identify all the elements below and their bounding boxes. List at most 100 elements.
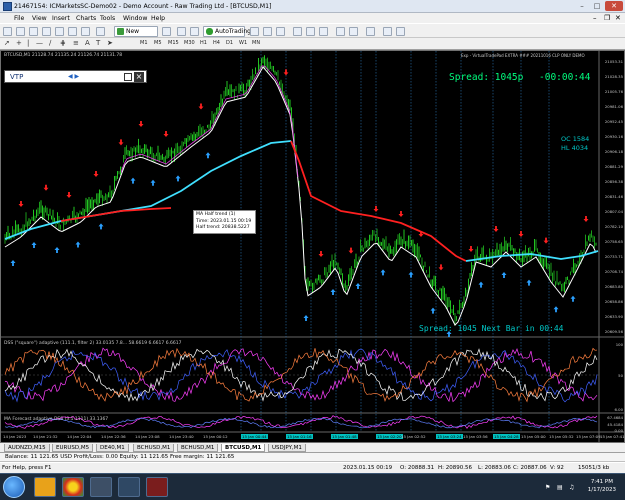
indicators-icon[interactable] — [190, 27, 199, 36]
dss-scale-label: 50 — [618, 373, 623, 378]
menu-charts[interactable]: Charts — [76, 15, 96, 22]
crosshair-icon[interactable]: + — [16, 39, 22, 47]
sell-arrow-icon — [318, 251, 324, 257]
strategy-tester-icon[interactable] — [81, 27, 90, 36]
terminal-icon[interactable] — [68, 27, 77, 36]
data-window-icon[interactable] — [42, 27, 51, 36]
account-summary: Balance: 11 121.65 USD Profit/Loss: 0.00… — [0, 453, 625, 462]
chrome-icon[interactable] — [62, 477, 84, 497]
clock-time: 7:41 PM — [590, 479, 613, 485]
timeframe-m30[interactable]: M30 — [184, 40, 195, 46]
menu-tools[interactable]: Tools — [100, 15, 115, 22]
channel-icon[interactable]: ⋕ — [60, 39, 66, 47]
app-icon-2[interactable] — [118, 477, 140, 497]
sell-arrow-icon — [493, 226, 499, 232]
timeframe-w1[interactable]: W1 — [239, 40, 247, 46]
timeframe-h1[interactable]: H1 — [200, 40, 207, 46]
market-watch-icon[interactable] — [29, 27, 38, 36]
mdi-restore-icon[interactable]: ❐ — [604, 14, 610, 22]
forecast-scale-label: 0.00 — [614, 428, 623, 433]
buy-arrow-icon — [553, 306, 559, 313]
taskbar-clock[interactable]: 7:41 PM 1/17/2023 — [588, 478, 616, 494]
tab-eurusd-m5[interactable]: EURUSD,M5 — [52, 444, 94, 452]
arrow-tool-icon[interactable]: ➤ — [107, 39, 113, 47]
time-label: 14 Jan 2023 — [3, 434, 27, 439]
chart-window[interactable]: BTCUSD,M1 21128.74 21135.24 21126.74 211… — [0, 50, 625, 443]
history-icon[interactable] — [162, 27, 171, 36]
mdi-minimize-icon[interactable]: – — [593, 14, 597, 22]
tray-flag-icon[interactable]: ⚑ — [545, 484, 550, 491]
price-chart-canvas[interactable] — [1, 51, 624, 442]
periodicity-icon[interactable] — [383, 27, 392, 36]
timeframe-mn[interactable]: MN — [252, 40, 260, 46]
menu-view[interactable]: View — [32, 15, 47, 22]
templates-icon[interactable] — [396, 27, 405, 36]
start-button[interactable] — [3, 476, 25, 498]
buy-arrow-icon — [205, 152, 211, 159]
experts-icon[interactable] — [177, 27, 186, 36]
menu-insert[interactable]: Insert — [52, 15, 70, 22]
close-button[interactable]: ✕ — [605, 1, 623, 11]
mdi-close-icon[interactable]: ✕ — [615, 14, 621, 22]
navigator-icon[interactable] — [55, 27, 64, 36]
zoom-out-icon[interactable] — [306, 27, 315, 36]
timeframe-m1[interactable]: M1 — [140, 40, 148, 46]
tab-btcusd-m1[interactable]: BTCUSD,M1 — [221, 444, 266, 452]
tile-windows-icon[interactable] — [319, 27, 328, 36]
menu-window[interactable]: Window — [123, 15, 147, 22]
candle-chart-icon[interactable] — [263, 27, 272, 36]
profiles-icon[interactable] — [16, 27, 25, 36]
vtp-panel[interactable]: VTP ◀ ▶ × — [4, 70, 147, 83]
minimize-button[interactable]: – — [575, 1, 589, 11]
autotrading-icon — [206, 28, 213, 35]
vtp-maximize-icon[interactable] — [124, 73, 132, 81]
metatrader-icon[interactable] — [90, 477, 112, 497]
timeframe-m15[interactable]: M15 — [168, 40, 179, 46]
zoom-in-icon[interactable] — [293, 27, 302, 36]
timeframe-m5[interactable]: M5 — [154, 40, 162, 46]
price-label: 20981.06 — [604, 104, 623, 109]
tray-network-icon[interactable]: ▤ — [557, 484, 563, 491]
time-label: 15 Jan 03:24 — [436, 434, 463, 439]
dss-scale-label: 6.00 — [614, 407, 623, 412]
tray-volume-icon[interactable]: ♫ — [569, 484, 574, 491]
indicator-list-icon[interactable] — [366, 27, 375, 36]
chart-tabs: AUDNZD,M15 EURUSD,M5 DE40,M1 BCHUSD,M1 B… — [0, 443, 625, 453]
maximize-button[interactable]: □ — [590, 1, 604, 11]
vtp-arrows-icon[interactable]: ◀ ▶ — [68, 73, 79, 80]
line-chart-icon[interactable] — [276, 27, 285, 36]
tab-usdjpy-m1[interactable]: USDJPY,M1 — [268, 444, 306, 452]
buy-arrow-icon — [355, 283, 361, 289]
horizontal-line-icon[interactable]: — — [36, 39, 43, 47]
app-icon — [3, 2, 12, 11]
price-label: 20658.86 — [604, 299, 623, 304]
label-tool-icon[interactable]: T — [96, 39, 100, 47]
auto-scroll-icon[interactable] — [336, 27, 345, 36]
tab-bchusd-m1-2[interactable]: BCHUSD,M1 — [177, 444, 219, 452]
new-order-button[interactable]: New Order — [114, 26, 158, 45]
vertical-line-icon[interactable]: | — [27, 39, 29, 47]
connection-status[interactable]: 15051/3 kb — [578, 465, 609, 471]
new-chart-icon[interactable] — [3, 27, 12, 36]
autotrading-button[interactable]: AutoTrading — [203, 26, 251, 37]
chart-shift-icon[interactable] — [349, 27, 358, 36]
time-label: 14 Jan 21:32 — [33, 434, 58, 439]
tab-de40-m1[interactable]: DE40,M1 — [96, 444, 129, 452]
fibonacci-icon[interactable]: ≡ — [73, 39, 79, 47]
metaeditor-icon[interactable] — [96, 27, 105, 36]
window-title: 21467154: ICMarketsSC-Demo02 - Demo Acco… — [14, 3, 272, 10]
app-icon-3[interactable] — [146, 477, 168, 497]
vtp-close-icon[interactable]: × — [134, 72, 144, 82]
cursor-icon[interactable]: ➚ — [4, 39, 10, 47]
tab-bchusd-m1[interactable]: BCHUSD,M1 — [133, 444, 175, 452]
text-tool-icon[interactable]: A — [85, 39, 90, 47]
time-label: 15 Jan 00:44 — [241, 434, 268, 439]
file-explorer-icon[interactable] — [34, 477, 56, 497]
timeframe-d1[interactable]: D1 — [226, 40, 233, 46]
tab-audnzd-m15[interactable]: AUDNZD,M15 — [4, 444, 50, 452]
trendline-icon[interactable]: ∕ — [49, 39, 51, 47]
timeframe-h4[interactable]: H4 — [213, 40, 220, 46]
bar-chart-icon[interactable] — [250, 27, 259, 36]
menu-help[interactable]: Help — [151, 15, 165, 22]
menu-file[interactable]: File — [14, 15, 24, 22]
